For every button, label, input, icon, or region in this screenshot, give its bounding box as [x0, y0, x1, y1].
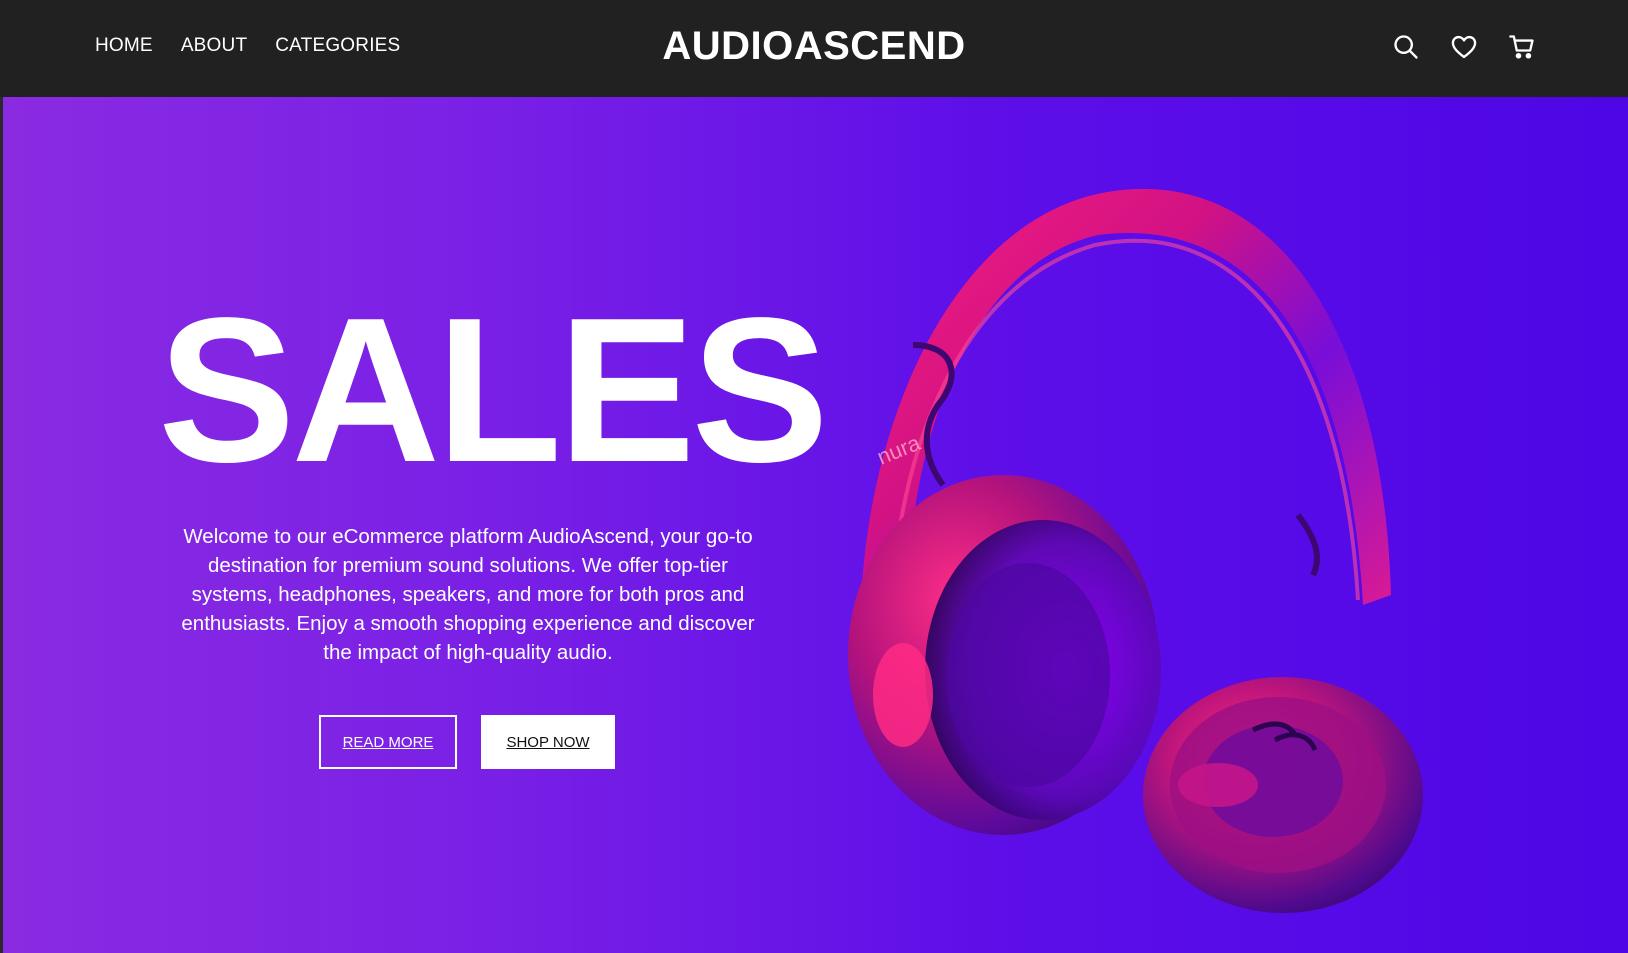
site-logo[interactable]: AUDIOASCEND — [0, 24, 1628, 69]
site-header: HOME ABOUT CATEGORIES AUDIOASCEND — [0, 0, 1628, 97]
cart-icon[interactable] — [1508, 33, 1536, 61]
header-actions — [1392, 33, 1536, 61]
hero-actions: READ MORE SHOP NOW — [319, 715, 615, 769]
page: HOME ABOUT CATEGORIES AUDIOASCEND SALES … — [0, 0, 1628, 953]
read-more-button[interactable]: READ MORE — [319, 715, 457, 769]
hero-title: SALES — [158, 275, 829, 505]
heart-icon[interactable] — [1450, 33, 1478, 61]
shop-now-button[interactable]: SHOP NOW — [481, 715, 615, 769]
hero-description: Welcome to our eCommerce platform AudioA… — [181, 525, 755, 664]
hero-banner: SALES Welcome to our eCommerce platform … — [3, 97, 1628, 953]
search-icon[interactable] — [1392, 33, 1420, 61]
headphones-image: nura — [848, 188, 1423, 913]
